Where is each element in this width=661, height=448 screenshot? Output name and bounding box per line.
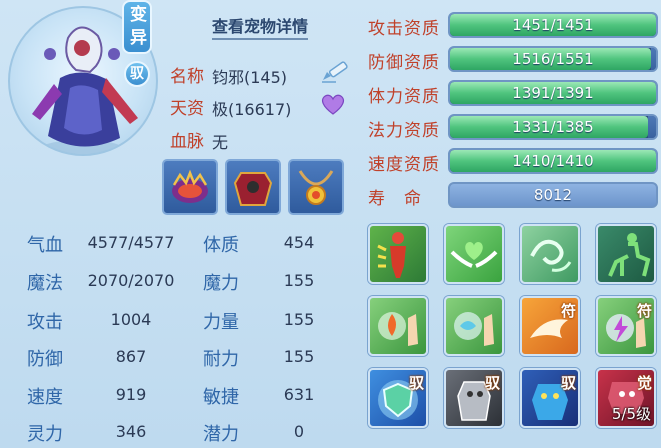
attr-label: 力量 (203, 312, 239, 333)
attr-value: 155 (283, 310, 315, 329)
stat-value: 867 (115, 347, 147, 366)
stat-label: 攻击 (27, 312, 63, 333)
lightning-rune-skill-icon[interactable]: 符 (596, 296, 656, 356)
aptitude-label: 法力资质 (368, 121, 440, 141)
aptitude-value: 1451/1451 (512, 16, 594, 34)
mutant-badge-text: 变异 (130, 5, 147, 48)
mutant-badge: 变异 (122, 0, 152, 54)
skill-tag: 觉 (636, 374, 652, 392)
bloodline-label: 血脉 (170, 132, 204, 152)
stat-value: 1004 (110, 310, 152, 329)
attr-value: 0 (293, 422, 305, 441)
stat-value: 4577/4577 (87, 233, 175, 252)
view-pet-details-link[interactable]: 查看宠物详情 (212, 13, 309, 40)
stat-label: 灵力 (27, 424, 63, 445)
attr-label: 潜力 (203, 424, 239, 445)
skill-tag: 驭 (408, 374, 424, 392)
talent-value: 极(16617) (212, 100, 292, 119)
attr-label: 体质 (203, 235, 239, 256)
attr-value: 155 (283, 347, 315, 366)
aptitude-label: 攻击资质 (368, 19, 440, 39)
skill-tag: 符 (636, 302, 652, 320)
attr-value: 454 (283, 233, 315, 252)
stone-golem-tame-skill-icon[interactable]: 驭 (444, 368, 504, 428)
blue-beast-tame-skill-icon[interactable]: 驭 (520, 368, 580, 428)
aptitude-value: 1410/1410 (512, 152, 594, 170)
stat-label: 防御 (27, 349, 63, 370)
aptitude-bar: 1410/1410 (448, 148, 658, 174)
stat-label: 气血 (27, 235, 63, 256)
name-label: 名称 (170, 67, 204, 87)
talent-label: 天资 (170, 99, 204, 119)
stat-label: 魔法 (27, 273, 63, 294)
aptitude-bar: 1331/1385 (448, 114, 658, 140)
pencil-icon[interactable] (320, 58, 352, 88)
aptitude-bar: 1516/1551 (448, 46, 658, 72)
skill-level: 5/5级 (611, 405, 651, 423)
lifespan-label: 寿 命 (368, 189, 422, 209)
aptitude-value: 1331/1385 (512, 118, 594, 136)
skill-tag: 驭 (484, 374, 500, 392)
stat-value: 919 (115, 385, 147, 404)
heart-icon[interactable] (320, 92, 346, 120)
wing-rune-skill-icon[interactable]: 符 (520, 296, 580, 356)
heart-wings-skill-icon[interactable] (444, 224, 504, 284)
attr-value: 155 (283, 271, 315, 290)
wind-swirl-skill-icon[interactable] (520, 224, 580, 284)
aptitude-label: 防御资质 (368, 53, 440, 73)
armor-equip-icon[interactable] (225, 159, 281, 215)
aptitude-bar: 1451/1451 (448, 12, 658, 38)
bloodline-value: 无 (212, 133, 229, 152)
body-strength-skill-icon[interactable] (368, 224, 428, 284)
tame-badge: 驭 (124, 61, 150, 87)
crown-equip-icon[interactable] (162, 159, 218, 215)
attr-label: 耐力 (203, 349, 239, 370)
fire-palm-skill-icon[interactable] (368, 296, 428, 356)
aptitude-value: 1516/1551 (512, 50, 594, 68)
attr-label: 敏捷 (203, 387, 239, 408)
lifespan-value: 8012 (533, 186, 573, 204)
skill-tag: 符 (560, 302, 576, 320)
aptitude-label: 体力资质 (368, 87, 440, 107)
centaur-skill-icon[interactable] (596, 224, 656, 284)
attr-label: 魔力 (203, 273, 239, 294)
name-value: 钧邪(145) (212, 68, 288, 87)
water-palm-skill-icon[interactable] (444, 296, 504, 356)
awaken-skill-icon[interactable]: 觉 5/5级 (596, 368, 656, 428)
aptitude-value: 1391/1391 (512, 84, 594, 102)
skill-tag: 驭 (560, 374, 576, 392)
aptitude-bar: 1391/1391 (448, 80, 658, 106)
stat-value: 346 (115, 422, 147, 441)
necklace-equip-icon[interactable] (288, 159, 344, 215)
stat-value: 2070/2070 (87, 271, 175, 290)
aptitude-label: 速度资质 (368, 155, 440, 175)
lifespan-bar: 8012 (448, 182, 658, 208)
shield-tame-skill-icon[interactable]: 驭 (368, 368, 428, 428)
attr-value: 631 (283, 385, 315, 404)
stat-label: 速度 (27, 387, 63, 408)
